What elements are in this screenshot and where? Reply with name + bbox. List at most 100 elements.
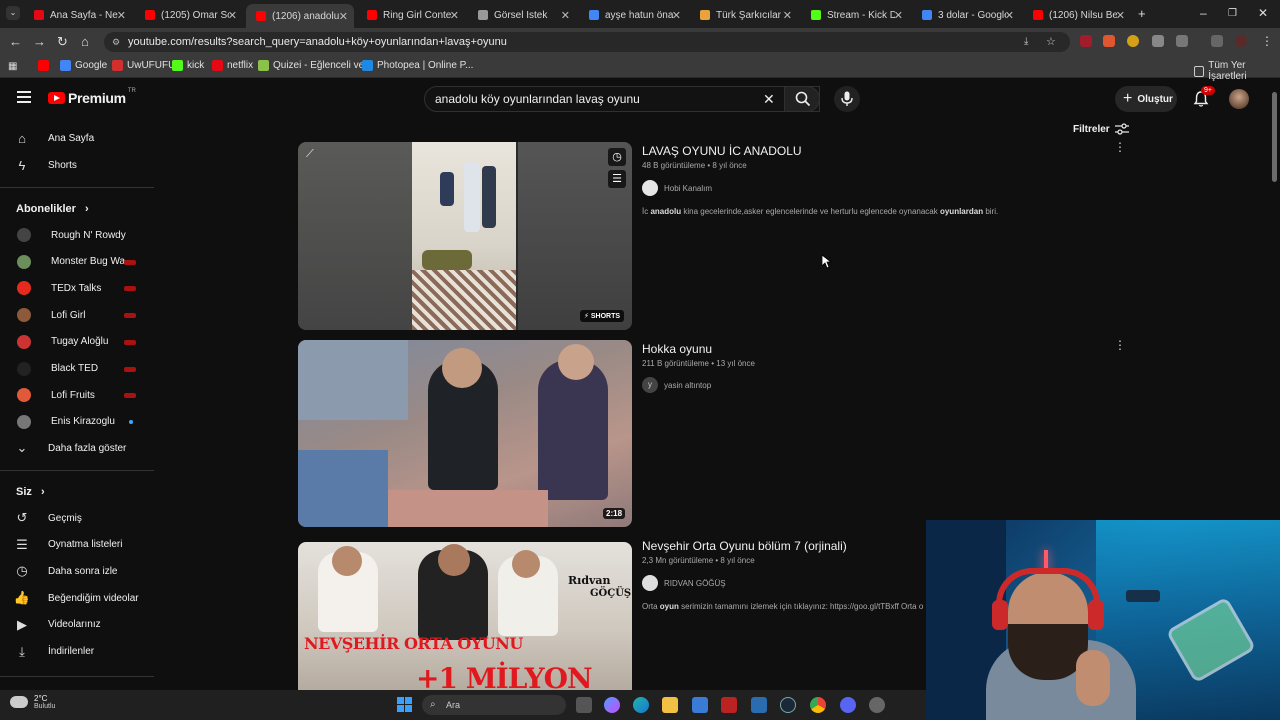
tab-search-button[interactable]: ⌄ [6,6,20,20]
bookmark-item[interactable]: UwUFUFU [112,60,175,71]
more-actions-icon[interactable]: ⋮ [1114,338,1126,352]
bookmark-item[interactable]: netflix [212,60,253,71]
close-tab-icon[interactable]: ✕ [894,9,903,22]
home-button-icon[interactable]: ⌂ [81,35,89,49]
browser-tab[interactable]: Ana Sayfa - Netflix✕ [24,4,132,26]
sidebar-subscription[interactable]: Lofi Fruits [14,384,154,406]
sidebar-item[interactable]: ▶ Videolarınız [14,614,154,636]
video-thumbnail[interactable]: 2:18 [298,340,632,527]
reload-icon[interactable]: ↻ [57,35,68,49]
subscriptions-header[interactable]: Abonelikler › [16,203,89,215]
clear-search-icon[interactable]: ✕ [763,87,775,111]
sidebar-subscription[interactable]: Black TED [14,358,154,380]
extension-icon[interactable] [1103,35,1115,47]
filters-button[interactable]: Filtreler [1073,123,1129,135]
video-title[interactable]: Hokka oyunu [642,342,712,356]
site-info-icon[interactable]: ⚙ [112,32,120,52]
close-tab-icon[interactable]: ✕ [228,9,237,22]
browser-tab[interactable]: 3 dolar - Google' ✕ [912,4,1020,26]
you-header[interactable]: Siz › [16,486,45,498]
profile-avatar[interactable] [1235,35,1247,47]
close-tab-icon[interactable]: ✕ [783,9,792,22]
puzzle-icon[interactable] [1176,35,1188,47]
bookmark-item[interactable]: Quizei - Eğlenceli ve... [258,60,373,71]
sidebar-subscription[interactable]: Lofi Girl [14,304,154,326]
store-icon[interactable] [692,697,708,713]
forward-icon[interactable]: → [33,35,46,49]
hamburger-menu-icon[interactable] [17,91,31,103]
start-windows-icon[interactable] [397,697,412,712]
show-more-button[interactable]: ⌄ Daha fazla göster [14,437,154,459]
new-tab-button[interactable]: + [1138,6,1146,21]
close-tab-icon[interactable]: ✕ [339,10,348,23]
shield-icon[interactable] [1152,35,1164,47]
steam-icon[interactable] [780,697,796,713]
sidebar-item[interactable]: 👍 Beğendiğim videolar [14,587,154,609]
sidebar-item[interactable]: ☰ Oynatma listeleri [14,534,154,556]
notifications-button[interactable]: 9+ [1192,86,1215,108]
channel-link[interactable]: RIDVAN GÖĞÜŞ [642,575,726,591]
mute-icon[interactable]: ⟋ [306,148,314,161]
close-tab-icon[interactable]: ✕ [1116,9,1125,22]
create-button[interactable]: + Oluştur [1115,86,1177,112]
account-avatar[interactable] [1229,89,1249,109]
sidebar-subscription[interactable]: TEDx Talks [14,277,154,299]
more-actions-icon[interactable]: ⋮ [1114,140,1126,154]
bookmark-item[interactable]: Photopea | Online P... [362,60,473,71]
voice-search-button[interactable] [834,86,860,112]
browser-tab[interactable]: Ring Girl Contest✕ [357,4,465,26]
close-tab-icon[interactable]: ✕ [450,9,459,22]
file-explorer-icon[interactable] [662,697,678,713]
sidebar-item[interactable]: ⌂ Ana Sayfa [14,127,154,149]
back-icon[interactable]: ← [9,35,22,49]
browser-tab[interactable]: Görsel İstek ✕ [468,4,576,26]
close-tab-icon[interactable]: ✕ [1005,9,1014,22]
weather-widget[interactable]: 2°C Bulutlu [10,694,55,710]
sidebar-subscription[interactable]: Monster Bug Wa... [14,251,154,273]
sidebar-item[interactable]: ↺ Geçmiş [14,507,154,529]
sidebar-subscription[interactable]: Rough N' Rowdy [14,224,154,246]
browser-tab[interactable]: Stream - Kick Das✕ [801,4,909,26]
bookmark-star-icon[interactable]: ☆ [1046,32,1056,52]
install-icon[interactable]: ⤓ [1024,32,1028,52]
edge-icon[interactable] [633,697,649,713]
video-title[interactable]: LAVAŞ OYUNU İC ANADOLU [642,144,802,158]
sidebar-item[interactable]: ⤓ İndirilenler [14,641,154,663]
sidebar-subscription[interactable]: Enis Kirazoglu [14,411,154,433]
minimize-icon[interactable]: – [1200,6,1207,20]
sidebar-subscription[interactable]: Tugay Aloğlu [14,331,154,353]
close-window-icon[interactable]: ✕ [1258,6,1268,20]
bookmark-item[interactable]: kick [172,60,204,71]
sidebar-item[interactable]: ◷ Daha sonra izle [14,560,154,582]
search-button[interactable] [784,86,820,112]
browser-tab[interactable]: ayşe hatun önal y✕ [579,4,687,26]
extension-icon[interactable] [1127,35,1139,47]
extension-icon[interactable] [1080,35,1092,47]
address-bar[interactable]: ⚙ youtube.com/results?search_query=anado… [104,32,1070,52]
bookmark-item[interactable] [38,60,53,71]
video-title[interactable]: Nevşehir Orta Oyunu bölüm 7 (orjinali) [642,539,847,553]
app-icon[interactable] [721,697,737,713]
task-view-icon[interactable] [576,697,592,713]
apps-grid-icon[interactable]: ▦ [8,61,17,72]
app-icon[interactable] [869,697,885,713]
search-input[interactable]: anadolu köy oyunlarından lavaş oyunu ✕ [424,86,820,112]
media-control-icon[interactable] [1211,35,1223,47]
browser-tab[interactable]: (1206) Nilsu Berfi✕ [1023,4,1131,26]
browser-tab[interactable]: (1206) anadolu köy✕ [246,4,354,28]
taskbar-search[interactable]: ⌕ Ara [422,695,566,715]
chrome-icon[interactable] [810,697,826,713]
browser-tab[interactable]: Türk Şarkıcılar Tie✕ [690,4,798,26]
menu-dots-icon[interactable]: ⋮ [1261,34,1273,48]
video-thumbnail[interactable]: Rıdvan GÖÇÜŞ NEVŞEHİR ORTA OYUNU +1 MİLY… [298,542,632,690]
close-tab-icon[interactable]: ✕ [672,9,681,22]
browser-tab[interactable]: (1205) Omar Soul✕ [135,4,243,26]
add-to-queue-icon[interactable]: ☰ [608,170,626,188]
restore-icon[interactable]: ❐ [1228,8,1237,19]
watch-later-icon[interactable]: ◷ [608,148,626,166]
scrollbar[interactable] [1272,92,1277,182]
channel-link[interactable]: Hobi Kanalım [642,180,712,196]
youtube-logo[interactable]: Premium TR [48,88,136,106]
copilot-icon[interactable] [604,697,620,713]
app-icon[interactable] [751,697,767,713]
